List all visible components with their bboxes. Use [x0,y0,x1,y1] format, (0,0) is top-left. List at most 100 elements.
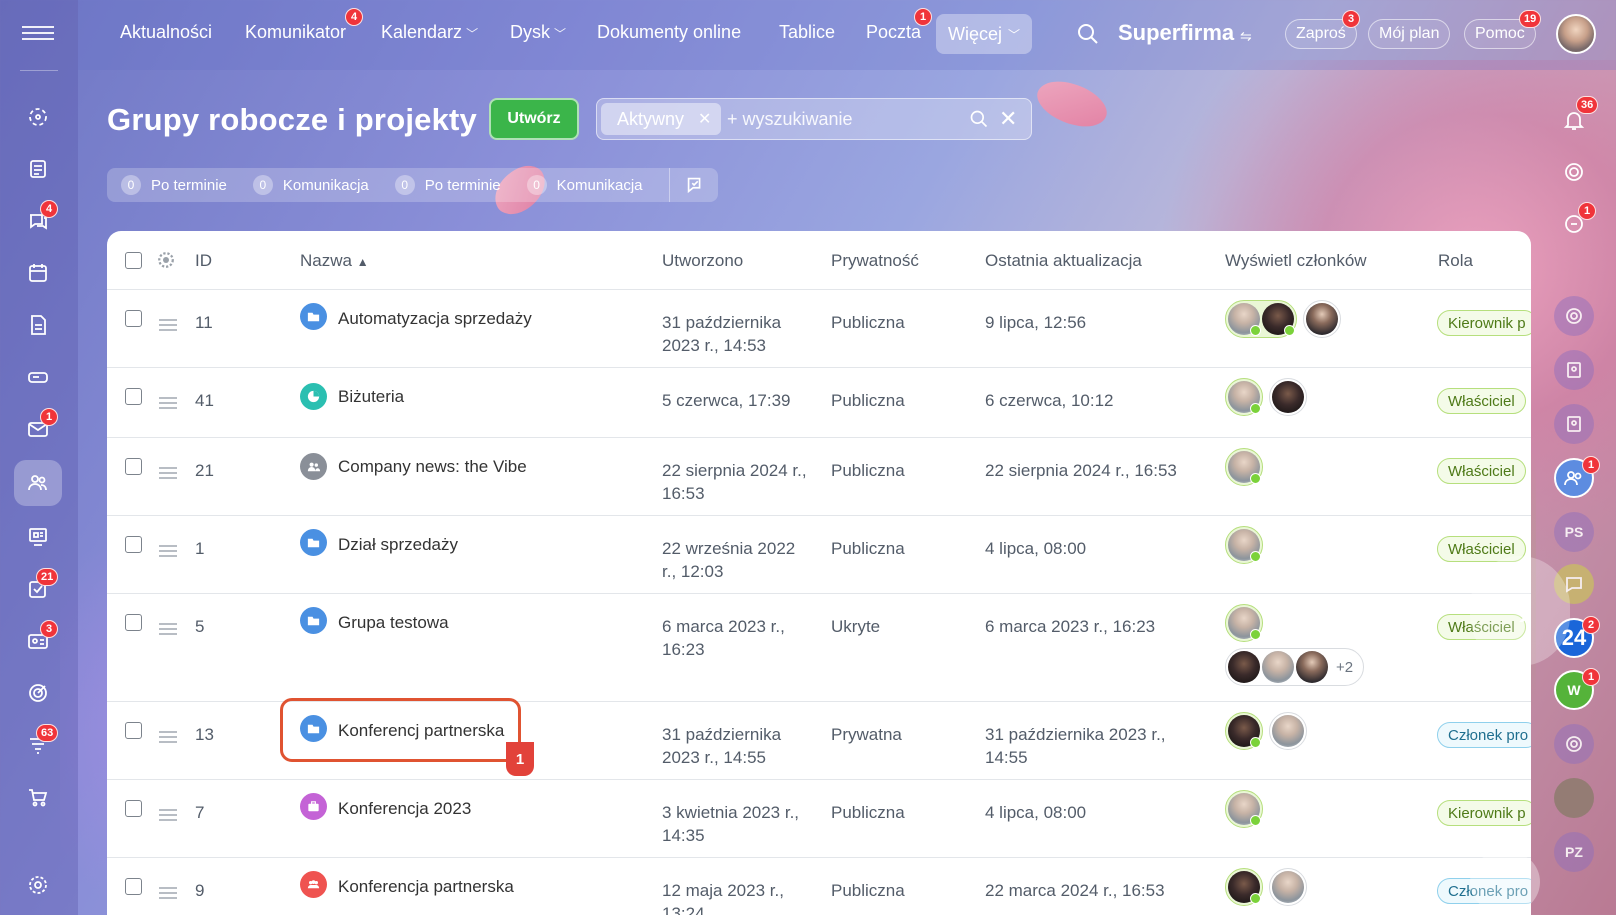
nav-item-boards[interactable]: Tablice [779,22,835,43]
table-row[interactable]: 1 Dział sprzedaży 22 września 2022 r., 1… [107,516,1531,594]
list-menu-button[interactable] [1470,852,1540,912]
member-avatar[interactable] [1228,451,1261,484]
row-checkbox[interactable] [125,722,142,739]
owner-group[interactable] [1225,712,1263,750]
sidebar-item-sites[interactable] [14,514,62,560]
sidebar-item-calendar[interactable] [14,250,62,296]
owner-group[interactable] [1225,790,1263,828]
owner-group[interactable] [1225,868,1263,906]
chevron-right-icon[interactable]: › [1470,556,1570,666]
row-checkbox[interactable] [125,536,142,553]
member-group[interactable] [1269,868,1307,906]
select-all-checkbox[interactable] [125,252,142,269]
nav-item-news[interactable]: Aktualności [120,22,212,43]
sidebar-item-chats[interactable]: 4 [14,198,62,244]
member-avatar[interactable] [1296,651,1328,683]
nav-item-calendar[interactable]: Kalendarz ﹀ [381,22,478,43]
nav-more-button[interactable]: Więcej ﹀ [936,14,1033,54]
recent-item-button[interactable] [1554,404,1594,444]
search-icon[interactable] [969,109,989,129]
sidebar-item-crm[interactable] [14,94,62,140]
member-avatar[interactable] [1306,303,1338,335]
drag-handle-icon[interactable] [159,728,177,746]
counter-communication[interactable]: 0 Komunikacja [526,175,643,195]
more-members-count[interactable]: +2 [1330,659,1361,676]
sidebar-item-tasks[interactable]: 21 [14,566,62,612]
member-avatar[interactable] [1272,381,1304,413]
members-list[interactable] [1225,378,1313,416]
owner-group[interactable] [1225,378,1263,416]
member-group[interactable] [1303,300,1341,338]
create-button[interactable]: Utwórz [489,98,579,140]
sidebar-item-feed[interactable] [14,146,62,192]
counter-communication[interactable]: 0 Komunikacja [252,175,369,195]
sidebar-item-workgroups[interactable] [14,460,62,506]
members-list[interactable] [1225,448,1269,486]
sidebar-item-documents[interactable] [14,302,62,348]
row-checkbox[interactable] [125,614,142,631]
drag-handle-icon[interactable] [159,806,177,824]
member-avatar[interactable] [1262,651,1294,683]
recent-item-button[interactable] [1554,724,1594,764]
table-row[interactable]: 7 Konferencja 2023 3 kwietnia 2023 r., 1… [107,780,1531,858]
drag-handle-icon[interactable] [159,620,177,638]
table-row[interactable]: 21 Company news: the Vibe 22 sierpnia 20… [107,438,1531,516]
sidebar-item-contacts[interactable]: 3 [14,618,62,664]
recent-item-button[interactable] [1554,350,1594,390]
hamburger-menu-icon[interactable] [22,22,54,46]
nav-item-online-docs[interactable]: Dokumenty online [597,22,741,43]
group-name-link[interactable]: Biżuteria [338,385,404,408]
members-list[interactable] [1225,526,1269,564]
column-header-created[interactable]: Utworzono [662,251,743,271]
members-list[interactable] [1225,790,1269,828]
member-avatar[interactable] [1272,871,1304,903]
group-name-link[interactable]: Konferencja 2023 [338,797,471,820]
member-avatar[interactable] [1262,303,1295,336]
member-group[interactable] [1269,378,1307,416]
chat-ps-button[interactable]: PS [1554,512,1594,552]
owner-group[interactable] [1225,300,1297,338]
recent-avatar-button[interactable] [1554,778,1594,818]
search-icon[interactable] [1076,22,1100,46]
group-name-link[interactable]: Konferencja partnerska [338,875,514,898]
sidebar-item-automation[interactable]: 63 [14,722,62,768]
read-all-icon[interactable] [684,174,706,196]
row-checkbox[interactable] [125,800,142,817]
group-name-link[interactable]: Dział sprzedaży [338,533,458,556]
member-group[interactable] [1269,712,1307,750]
sidebar-item-settings[interactable] [14,862,62,908]
table-row[interactable]: 9 Konferencja partnerska 12 maja 2023 r.… [107,858,1531,915]
column-header-id[interactable]: ID [195,251,212,271]
drag-handle-icon[interactable] [159,316,177,334]
member-avatar[interactable] [1228,529,1261,562]
drag-handle-icon[interactable] [159,542,177,560]
nav-item-mail[interactable]: Poczta 1 [866,8,932,43]
group-chat-button[interactable]: 1 [1554,456,1600,498]
nav-item-messenger[interactable]: Komunikator 4 [245,8,363,43]
column-header-name[interactable]: Nazwa ▲ [300,251,369,271]
drag-handle-icon[interactable] [159,394,177,412]
member-avatar[interactable] [1228,303,1261,336]
group-name-link[interactable]: Company news: the Vibe [338,455,527,478]
row-checkbox[interactable] [125,388,142,405]
owner-group[interactable] [1225,526,1263,564]
group-name-link[interactable]: Grupa testowa [338,611,449,634]
member-avatar[interactable] [1228,715,1261,748]
chat-pz-button[interactable]: PZ [1554,832,1594,872]
user-avatar[interactable] [1556,14,1596,54]
drag-handle-icon[interactable] [159,464,177,482]
row-checkbox[interactable] [125,458,142,475]
sidebar-item-goals[interactable] [14,670,62,716]
counter-overdue[interactable]: 0 Po terminie [394,175,501,195]
member-avatar[interactable] [1228,607,1261,640]
settings-sliders-icon[interactable]: ⇋ [1240,28,1252,45]
members-list-more[interactable]: +2 [1225,648,1370,686]
filter-tag-active[interactable]: Aktywny ✕ [601,103,722,135]
table-row[interactable]: 41 Biżuteria 5 czerwca, 17:39 Publiczna … [107,368,1531,438]
member-avatar[interactable] [1228,871,1261,904]
close-icon[interactable]: ✕ [698,109,711,129]
table-row[interactable]: 5 Grupa testowa 6 marca 2023 r., 16:23 U… [107,594,1531,702]
counter-overdue[interactable]: 0 Po terminie [121,175,227,195]
invite-button[interactable]: Zaproś 3 [1285,10,1360,49]
chat-w-button[interactable]: W 1 [1554,668,1600,710]
